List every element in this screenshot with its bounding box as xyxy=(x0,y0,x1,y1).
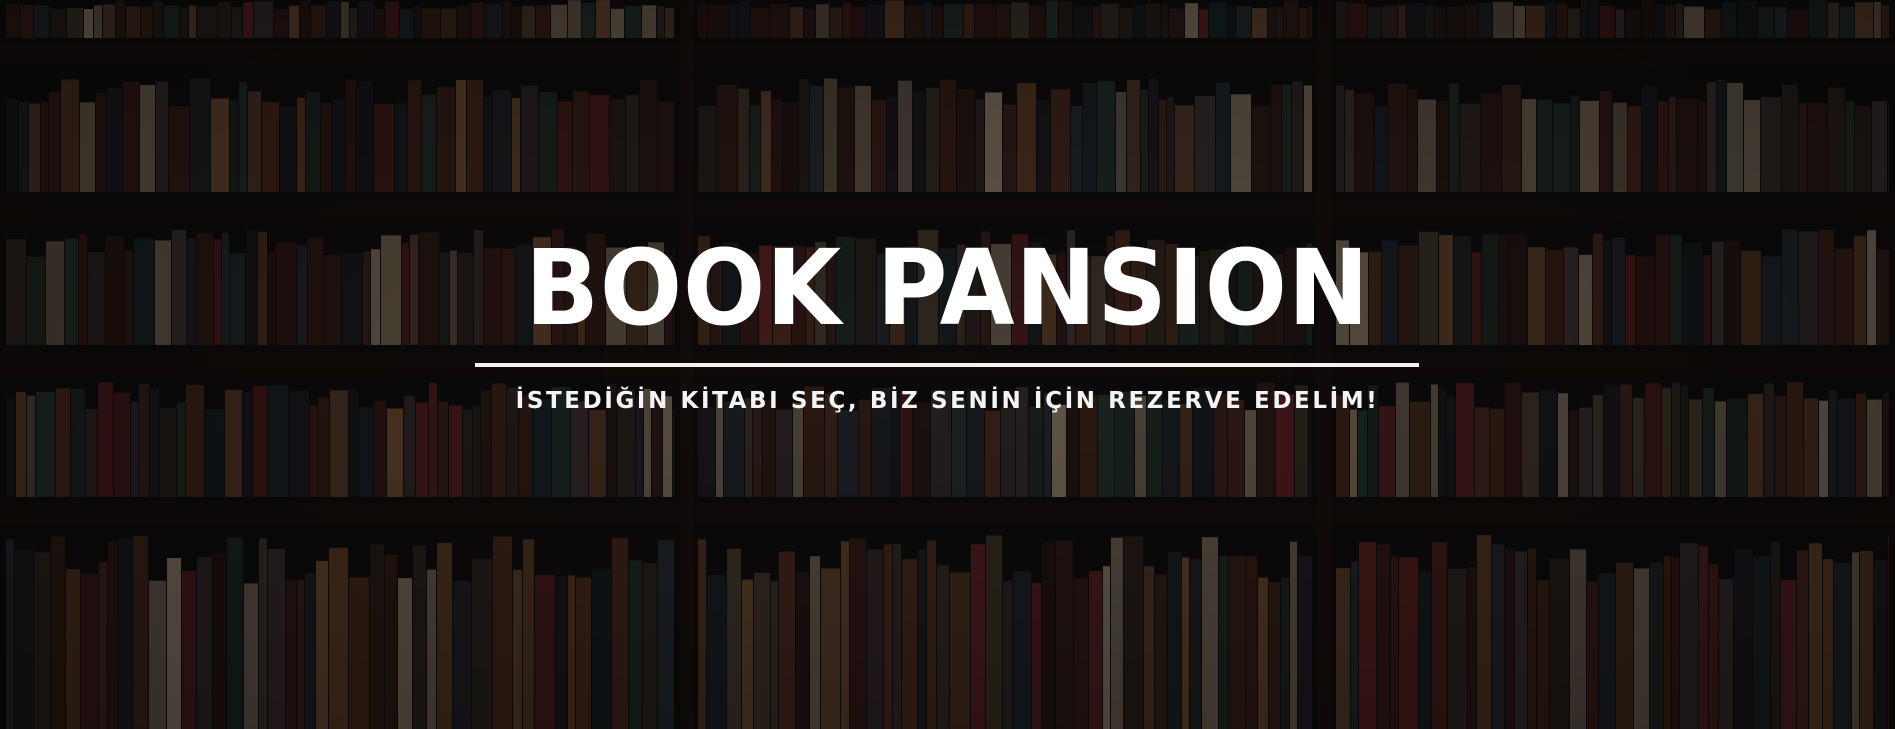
title-divider xyxy=(475,363,1419,367)
tagline: İSTEDİĞİN KİTABI SEÇ, BİZ SENİN İÇİN REZ… xyxy=(515,388,1380,414)
hero-banner: BOOK PANSION İSTEDİĞİN KİTABI SEÇ, BİZ S… xyxy=(0,0,1895,729)
title-block: BOOK PANSION İSTEDİĞİN KİTABI SEÇ, BİZ S… xyxy=(0,0,1895,729)
brand-title: BOOK PANSION xyxy=(525,227,1370,349)
